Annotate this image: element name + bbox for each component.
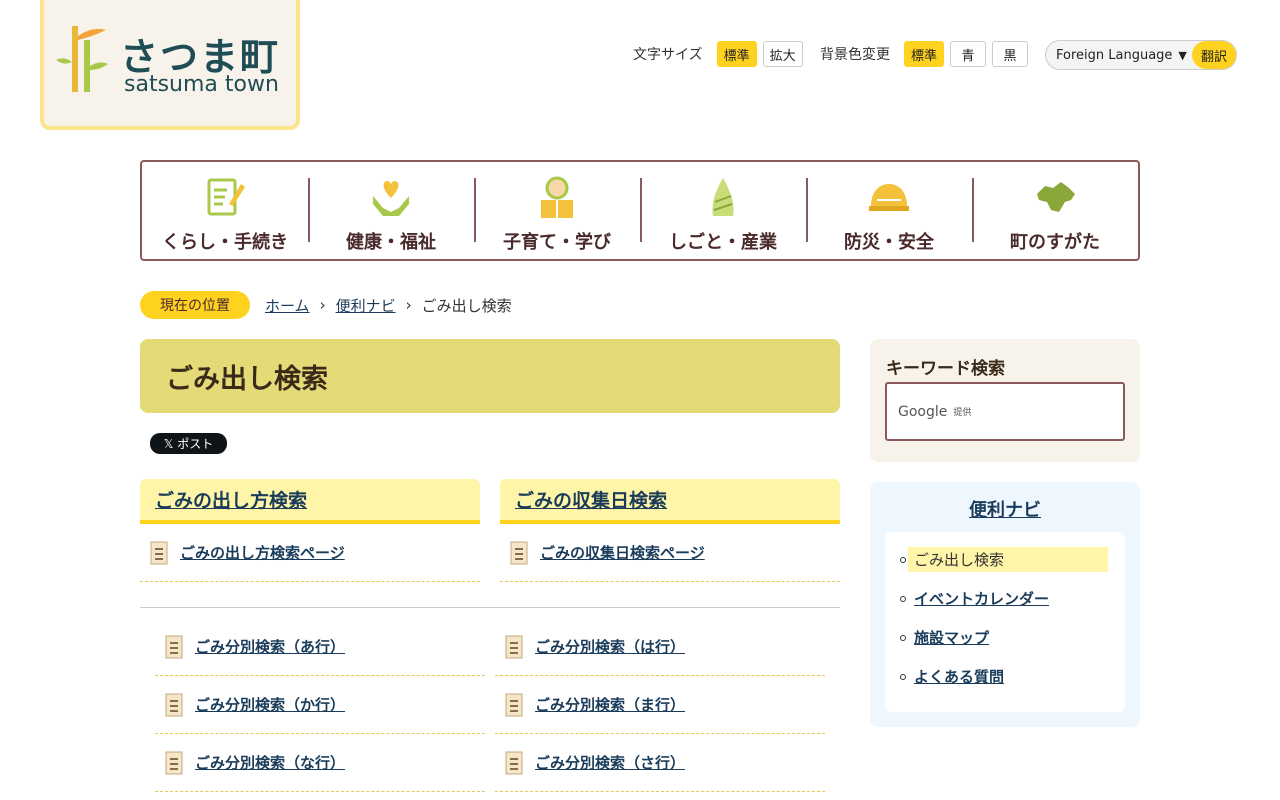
logo-english: satsuma town [124,72,279,97]
chevron-right-icon: › [319,296,326,314]
bunbetsu-link[interactable]: ごみ分別検索（あ行） [195,636,345,657]
global-nav: くらし・手続き 健康・福祉 子育て・学び しごと・産業 防災・安全 町のすがた [140,160,1140,261]
list-item: ごみ分別検索（は行） [495,618,825,676]
breadcrumb-label: 現在の位置 [140,291,250,319]
bunbetsu-list-left: ごみ分別検索（あ行） ごみ分別検索（か行） ごみ分別検索（な行） [155,618,485,792]
bullet-icon [900,557,906,563]
font-size-large-button[interactable]: 拡大 [762,41,803,67]
navi-item-gomi: ごみ出し検索 [900,547,1110,586]
list-item: ごみの出し方検索ページ [140,524,480,582]
section-heading-link[interactable]: ごみの収集日検索 [500,479,840,524]
nav-label: 防災・安全 [844,232,934,253]
keyword-search-title: キーワード検索 [886,359,1005,379]
benri-navi-list: ごみ出し検索 イベントカレンダー 施設マップ よくある質問 [885,532,1125,712]
bullet-icon [900,635,906,641]
document-icon [165,693,183,716]
section-heading-link[interactable]: ごみの出し方検索 [140,479,480,524]
font-size-standard-button[interactable]: 標準 [716,41,757,67]
bunbetsu-link[interactable]: ごみ分別検索（ま行） [535,694,685,715]
language-select[interactable]: Foreign Language ▼ [1046,48,1192,63]
page-title: ごみ出し検索 [140,339,840,413]
nav-item-town[interactable]: 町のすがた [972,162,1138,259]
bg-blue-button[interactable]: 青 [950,41,987,67]
nav-item-safety[interactable]: 防災・安全 [806,162,972,259]
chevron-right-icon: › [405,296,412,314]
bg-color-control: 背景色変更 標準 青 黒 [820,40,1029,68]
bullet-icon [900,596,906,602]
section-collection-day: ごみの収集日検索 ごみの収集日検索ページ [500,479,840,582]
town-map-icon [1037,182,1075,212]
section-link[interactable]: ごみの収集日検索ページ [540,542,705,563]
nav-item-childcare[interactable]: 子育て・学び [474,162,640,259]
document-pen-icon [207,178,245,216]
language-select-value: Foreign Language [1056,47,1173,63]
breadcrumb-home-link[interactable]: ホーム [265,295,310,316]
document-icon [505,751,523,774]
section-link[interactable]: ごみの出し方検索ページ [180,542,345,563]
bullet-icon [900,674,906,680]
list-item: ごみ分別検索（あ行） [155,618,485,676]
navi-item-faq: よくある質問 [900,664,1110,703]
nav-label: くらし・手続き [162,232,288,253]
document-icon [505,635,523,658]
nav-label: 健康・福祉 [346,232,436,253]
nav-label: しごと・産業 [669,232,777,253]
document-icon [150,541,168,564]
navi-item-link[interactable]: 施設マップ [914,625,993,650]
bunbetsu-link[interactable]: ごみ分別検索（は行） [535,636,685,657]
bunbetsu-link[interactable]: ごみ分別検索（か行） [195,694,345,715]
google-label: Google [898,403,948,420]
bg-color-label: 背景色変更 [820,47,890,63]
nav-item-work[interactable]: しごと・産業 [640,162,806,259]
site-logo[interactable]: さつま町 satsuma town [40,0,300,130]
bamboo-logo-icon [56,26,108,92]
breadcrumb-current: ごみ出し検索 [421,296,512,315]
document-icon [510,541,528,564]
list-item: ごみ分別検索（な行） [155,734,485,792]
navi-item-event: イベントカレンダー [900,586,1110,625]
document-icon [165,751,183,774]
font-size-label: 文字サイズ [633,47,703,63]
heart-hands-icon [373,181,409,216]
breadcrumb-navi-link[interactable]: 便利ナビ [336,295,396,316]
list-item: ごみの収集日検索ページ [500,524,840,582]
navi-item-link[interactable]: イベントカレンダー [914,586,1053,611]
divider [140,607,840,608]
font-size-control: 文字サイズ 標準 拡大 [633,40,803,68]
list-item: ごみ分別検索（ま行） [495,676,825,734]
child-book-icon [541,176,573,218]
language-selector: Foreign Language ▼ 翻訳 [1045,40,1237,70]
bg-standard-button[interactable]: 標準 [904,41,945,67]
search-input[interactable]: Google 提供 [885,382,1125,441]
benri-navi-title-link[interactable]: 便利ナビ [870,496,1140,522]
navi-item-facility: 施設マップ [900,625,1110,664]
navi-item-label: ごみ出し検索 [908,547,1108,572]
bunbetsu-list-right: ごみ分別検索（は行） ごみ分別検索（ま行） ごみ分別検索（さ行） [495,618,825,792]
x-post-button[interactable]: 𝕏 ポスト [150,433,227,454]
keyword-search-box: キーワード検索 Google 提供 [870,339,1140,462]
breadcrumb: 現在の位置 ホーム › 便利ナビ › ごみ出し検索 [140,291,512,319]
nav-label: 町のすがた [1010,232,1100,253]
bg-black-button[interactable]: 黒 [992,41,1029,67]
section-dispose-method: ごみの出し方検索 ごみの出し方検索ページ [140,479,480,582]
navi-item-link[interactable]: よくある質問 [914,664,1008,689]
translate-button[interactable]: 翻訳 [1192,41,1236,69]
document-icon [505,693,523,716]
nav-label: 子育て・学び [503,232,611,253]
chevron-down-icon: ▼ [1178,48,1187,62]
list-item: ごみ分別検索（か行） [155,676,485,734]
helmet-icon [869,184,909,211]
nav-item-living[interactable]: くらし・手続き [142,162,308,259]
bunbetsu-link[interactable]: ごみ分別検索（な行） [195,752,345,773]
list-item: ごみ分別検索（さ行） [495,734,825,792]
bunbetsu-link[interactable]: ごみ分別検索（さ行） [535,752,685,773]
bamboo-shoot-icon [712,178,734,216]
document-icon [165,635,183,658]
nav-item-health[interactable]: 健康・福祉 [308,162,474,259]
benri-navi-box: 便利ナビ ごみ出し検索 イベントカレンダー 施設マップ よくある質問 [870,482,1140,727]
provided-label: 提供 [953,408,972,418]
